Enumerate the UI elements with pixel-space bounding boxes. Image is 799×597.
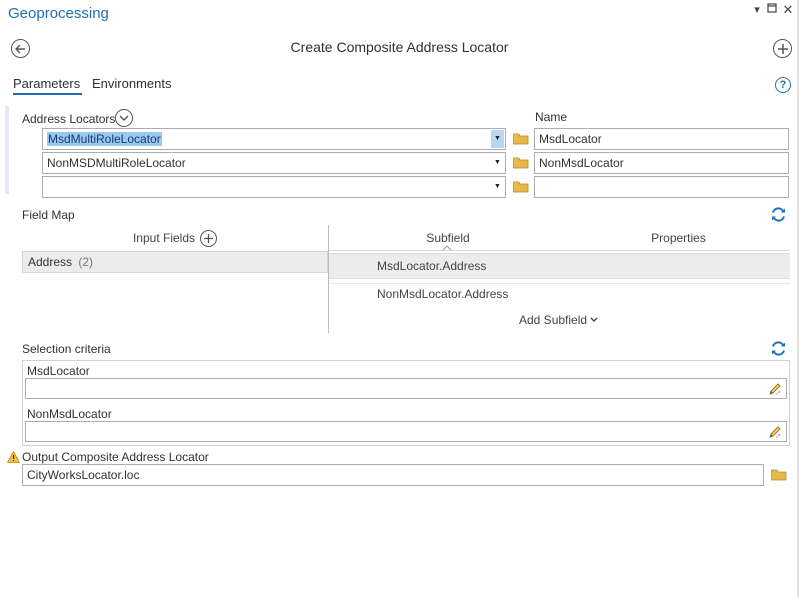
address-locators-label: Address Locators [22,112,116,126]
criteria-expression-field-2[interactable] [25,421,787,442]
sort-ascending-icon [442,245,452,250]
selection-criteria-panel: MsdLocator NonMsdLocator [22,360,790,446]
input-fields-column: Input Fields Address (2) [22,225,328,333]
address-locators-expand-button[interactable] [115,109,133,127]
back-button[interactable] [11,39,30,58]
name-column-label: Name [535,110,568,124]
locator-name-field-2[interactable]: NonMsdLocator [534,152,789,174]
field-map-panel: Input Fields Address (2) Subfield Proper… [22,225,790,333]
folder-icon[interactable] [771,469,787,481]
criteria-locator-name-2: NonMsdLocator [27,407,112,421]
selection-criteria-label: Selection criteria [22,342,111,356]
criteria-expression-field-1[interactable] [25,378,787,399]
add-input-field-button[interactable] [200,229,218,247]
folder-icon[interactable] [513,157,529,169]
add-button[interactable] [773,39,792,58]
input-field-name: Address [28,255,73,269]
chevron-down-icon [119,115,129,121]
address-locator-value-1: MsdMultiRoleLocator [47,132,162,146]
back-arrow-icon [15,44,25,53]
warning-icon [7,451,20,463]
refresh-icon[interactable] [770,206,787,223]
plus-icon [204,233,214,243]
pane-dropdown-icon[interactable]: ▾ [750,3,764,16]
subfield-row-2[interactable]: NonMsdLocator.Address [329,283,790,305]
tool-title: Create Composite Address Locator [290,39,509,55]
subfield-header-row: Subfield Properties [329,225,790,251]
combo-dropdown-icon[interactable]: ▼ [491,154,504,172]
subfield-row-1[interactable]: MsdLocator.Address [329,253,790,279]
properties-header[interactable]: Properties [567,231,790,245]
input-field-row[interactable]: Address (2) [22,251,328,273]
address-locator-combo-1[interactable]: MsdMultiRoleLocator ▼ [42,128,506,150]
tab-environments[interactable]: Environments [92,76,171,91]
tab-parameters[interactable]: Parameters [13,76,80,91]
folder-icon[interactable] [513,181,529,193]
input-field-count: (2) [78,255,94,269]
refresh-icon[interactable] [770,340,787,357]
add-subfield-label: Add Subfield [519,313,588,327]
combo-dropdown-icon[interactable]: ▼ [491,130,504,148]
locator-name-field-3[interactable] [534,176,789,198]
active-tab-indicator [13,93,82,95]
pencil-icon[interactable] [767,381,783,397]
folder-icon[interactable] [513,133,529,145]
combo-dropdown-icon[interactable]: ▼ [491,178,504,196]
criteria-locator-name-1: MsdLocator [27,364,90,378]
side-grip [5,106,9,194]
help-icon[interactable]: ? [775,77,791,93]
plus-icon [777,43,788,54]
field-map-label: Field Map [22,208,75,222]
address-locator-combo-2[interactable]: NonMSDMultiRoleLocator ▼ [42,152,506,174]
pane-title: Geoprocessing [8,5,109,22]
restore-icon[interactable] [765,3,779,16]
close-icon[interactable]: ✕ [781,2,795,18]
input-fields-header: Input Fields [22,225,328,251]
chevron-down-icon [590,317,598,322]
address-locator-combo-3[interactable]: ▼ [42,176,506,198]
address-locator-value-2: NonMSDMultiRoleLocator [47,156,186,170]
pencil-icon[interactable] [767,424,783,440]
output-locator-field[interactable]: CityWorksLocator.loc [22,464,764,486]
subfield-header[interactable]: Subfield [329,231,567,245]
output-locator-label: Output Composite Address Locator [22,450,209,464]
subfields-column: Subfield Properties MsdLocator.Address N… [329,225,790,333]
add-subfield-button[interactable]: Add Subfield [519,313,598,327]
input-fields-header-label: Input Fields [132,231,196,245]
locator-name-field-1[interactable]: MsdLocator [534,128,789,150]
